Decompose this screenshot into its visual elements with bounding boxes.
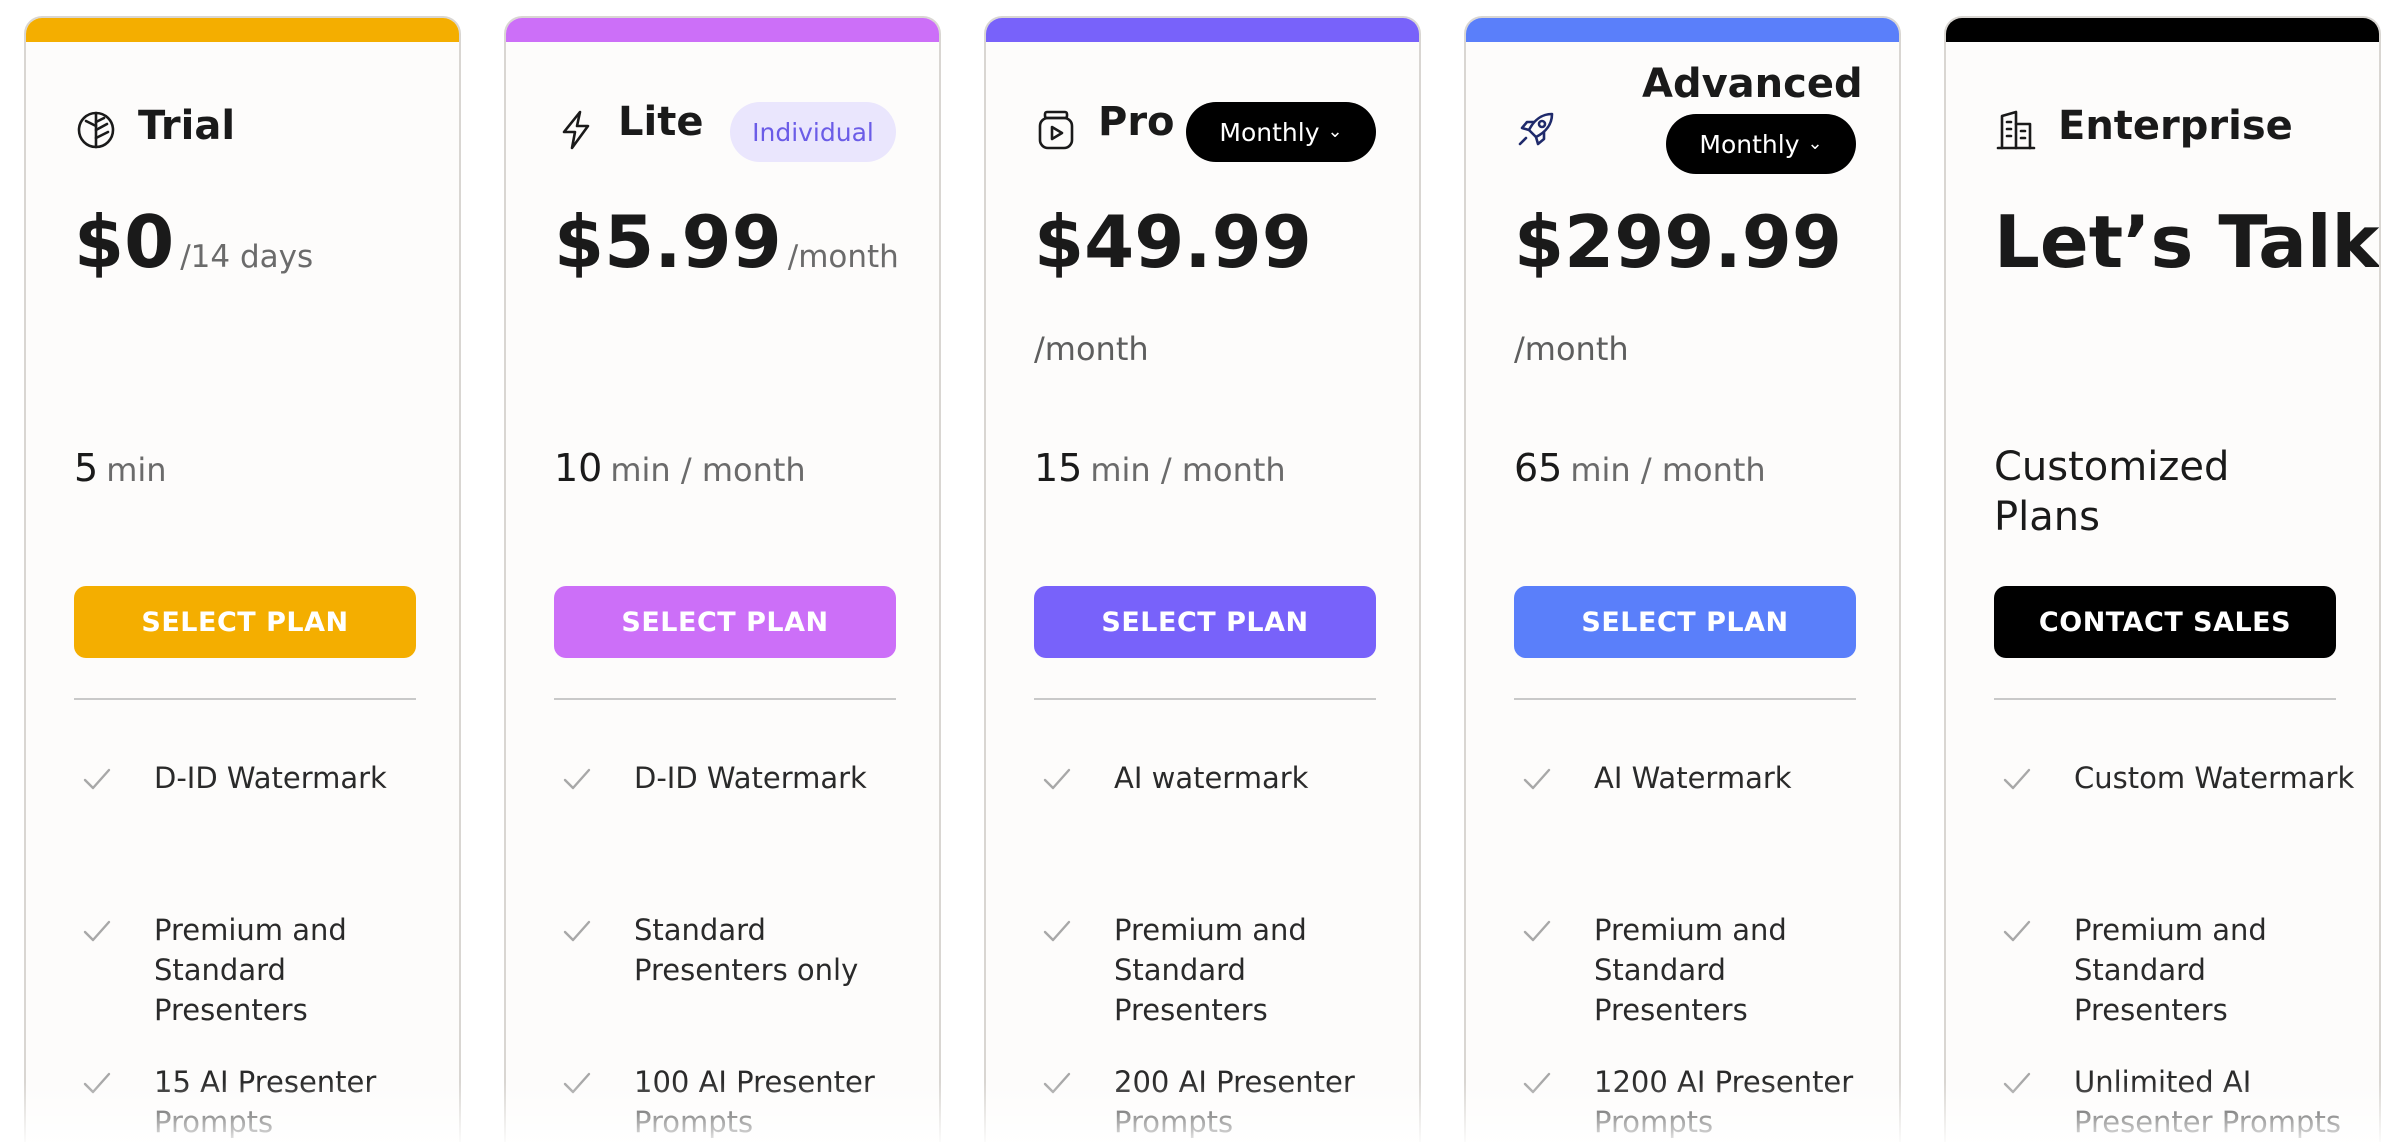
billing-period-dropdown[interactable]: Monthly ⌄ xyxy=(1666,114,1856,174)
feature-text: Premium and Standard Presenters xyxy=(154,913,347,1027)
feature-text: Premium and Standard Presenters xyxy=(1114,913,1307,1027)
plan-name: Trial xyxy=(138,103,236,149)
plan-name: Enterprise xyxy=(2058,103,2293,149)
buildings-icon xyxy=(1994,108,2038,152)
check-icon xyxy=(1522,918,1552,944)
plan-color-bar xyxy=(26,18,459,42)
plan-color-bar xyxy=(1946,18,2379,42)
billing-period-label: Monthly xyxy=(1699,129,1800,159)
check-icon xyxy=(82,918,112,944)
price-period: /month xyxy=(1514,330,1629,368)
plan-card-enterprise: Enterprise Let’s Talk Customized Plans C… xyxy=(1944,16,2381,1142)
pricing-page: Trial $0/14 days 5 min SELECT PLAN D-ID W… xyxy=(0,0,2406,1142)
check-icon xyxy=(562,766,592,792)
check-icon xyxy=(562,918,592,944)
check-icon xyxy=(2002,1070,2032,1096)
check-icon xyxy=(2002,766,2032,792)
price-amount: Let’s Talk xyxy=(1994,200,2380,284)
feature-text: D-ID Watermark xyxy=(154,761,387,795)
divider xyxy=(1514,698,1856,700)
billing-period-label: Monthly xyxy=(1219,117,1320,147)
plan-price: $299.99 xyxy=(1514,206,1842,278)
plan-card-pro: Pro Monthly ⌄ $49.99 /month 15 min / month… xyxy=(984,16,1421,1142)
price-amount: $5.99 xyxy=(554,200,782,284)
plan-color-bar xyxy=(986,18,1419,42)
price-period: /month xyxy=(787,239,899,275)
plan-color-bar xyxy=(506,18,939,42)
select-plan-button[interactable]: SELECT PLAN xyxy=(74,586,416,658)
minutes-value: 5 xyxy=(74,446,99,490)
feature-text: D-ID Watermark xyxy=(634,761,867,795)
feature-text: 100 AI Presenter Prompts xyxy=(634,1065,875,1139)
price-period: /14 days xyxy=(180,239,314,275)
check-icon xyxy=(82,766,112,792)
rocket-icon xyxy=(1514,108,1558,152)
check-icon xyxy=(82,1070,112,1096)
plan-minutes: 15 min / month xyxy=(1034,446,1286,490)
chevron-down-icon: ⌄ xyxy=(1807,132,1823,154)
minutes-unit: min / month xyxy=(1570,451,1766,489)
price-period: /month xyxy=(1034,330,1149,368)
video-jar-icon xyxy=(1034,108,1078,152)
minutes-value: 10 xyxy=(554,446,603,490)
plan-price: Let’s Talk xyxy=(1994,206,2379,278)
check-icon xyxy=(1522,766,1552,792)
plan-price: $0/14 days xyxy=(74,206,313,278)
divider xyxy=(1994,698,2336,700)
select-plan-button[interactable]: SELECT PLAN xyxy=(1034,586,1376,658)
feature-text: Premium and Standard Presenters xyxy=(1594,913,1787,1027)
plan-name: Lite xyxy=(618,99,704,145)
check-icon xyxy=(1042,766,1072,792)
feature-text: Standard Presenters only xyxy=(634,913,859,987)
feature-text: 15 AI Presenter Prompts xyxy=(154,1065,377,1139)
plan-price: $49.99 xyxy=(1034,206,1312,278)
feature-text: Custom Watermark xyxy=(2074,761,2355,795)
price-amount: $49.99 xyxy=(1034,200,1312,284)
billing-period-dropdown[interactable]: Monthly ⌄ xyxy=(1186,102,1376,162)
feature-text: Premium and Standard Presenters xyxy=(2074,913,2267,1027)
divider xyxy=(1034,698,1376,700)
check-icon xyxy=(1522,1070,1552,1096)
feature-text: 200 AI Presenter Prompts xyxy=(1114,1065,1355,1139)
feature-text: 1200 AI Presenter Prompts xyxy=(1594,1065,1854,1139)
plan-card-trial: Trial $0/14 days 5 min SELECT PLAN D-ID W… xyxy=(24,16,461,1142)
divider xyxy=(554,698,896,700)
feature-text: Unlimited AI Presenter Prompts xyxy=(2074,1065,2341,1139)
plan-card-advanced: Advanced Monthly ⌄ $299.99 /month 65 min /… xyxy=(1464,16,1901,1142)
plan-card-lite: Lite Individual $5.99/month 10 min / mont… xyxy=(504,16,941,1142)
check-icon xyxy=(2002,918,2032,944)
feature-text: AI Watermark xyxy=(1594,761,1792,795)
plan-price: $5.99/month xyxy=(554,206,899,278)
lightning-icon xyxy=(554,108,598,152)
divider xyxy=(74,698,416,700)
minutes-value: 65 xyxy=(1514,446,1563,490)
check-icon xyxy=(1042,1070,1072,1096)
check-icon xyxy=(562,1070,592,1096)
plan-minutes: 65 min / month xyxy=(1514,446,1766,490)
plan-name: Advanced xyxy=(1642,61,1863,107)
minutes-unit: min xyxy=(106,451,167,489)
minutes-unit: min / month xyxy=(1090,451,1286,489)
chevron-down-icon: ⌄ xyxy=(1327,120,1343,142)
price-amount: $299.99 xyxy=(1514,200,1842,284)
plan-name: Pro xyxy=(1098,99,1175,145)
select-plan-button[interactable]: SELECT PLAN xyxy=(554,586,896,658)
select-plan-button[interactable]: SELECT PLAN xyxy=(1514,586,1856,658)
plan-minutes: 5 min xyxy=(74,446,167,490)
leaf-icon xyxy=(74,108,118,152)
feature-text: AI watermark xyxy=(1114,761,1309,795)
plan-minutes: 10 min / month xyxy=(554,446,806,490)
customized-plans-text: Customized Plans xyxy=(1994,444,2230,540)
minutes-unit: min / month xyxy=(610,451,806,489)
individual-badge: Individual xyxy=(730,102,896,162)
price-amount: $0 xyxy=(74,200,175,284)
plan-color-bar xyxy=(1466,18,1899,42)
contact-sales-button[interactable]: CONTACT SALES xyxy=(1994,586,2336,658)
check-icon xyxy=(1042,918,1072,944)
minutes-value: 15 xyxy=(1034,446,1083,490)
